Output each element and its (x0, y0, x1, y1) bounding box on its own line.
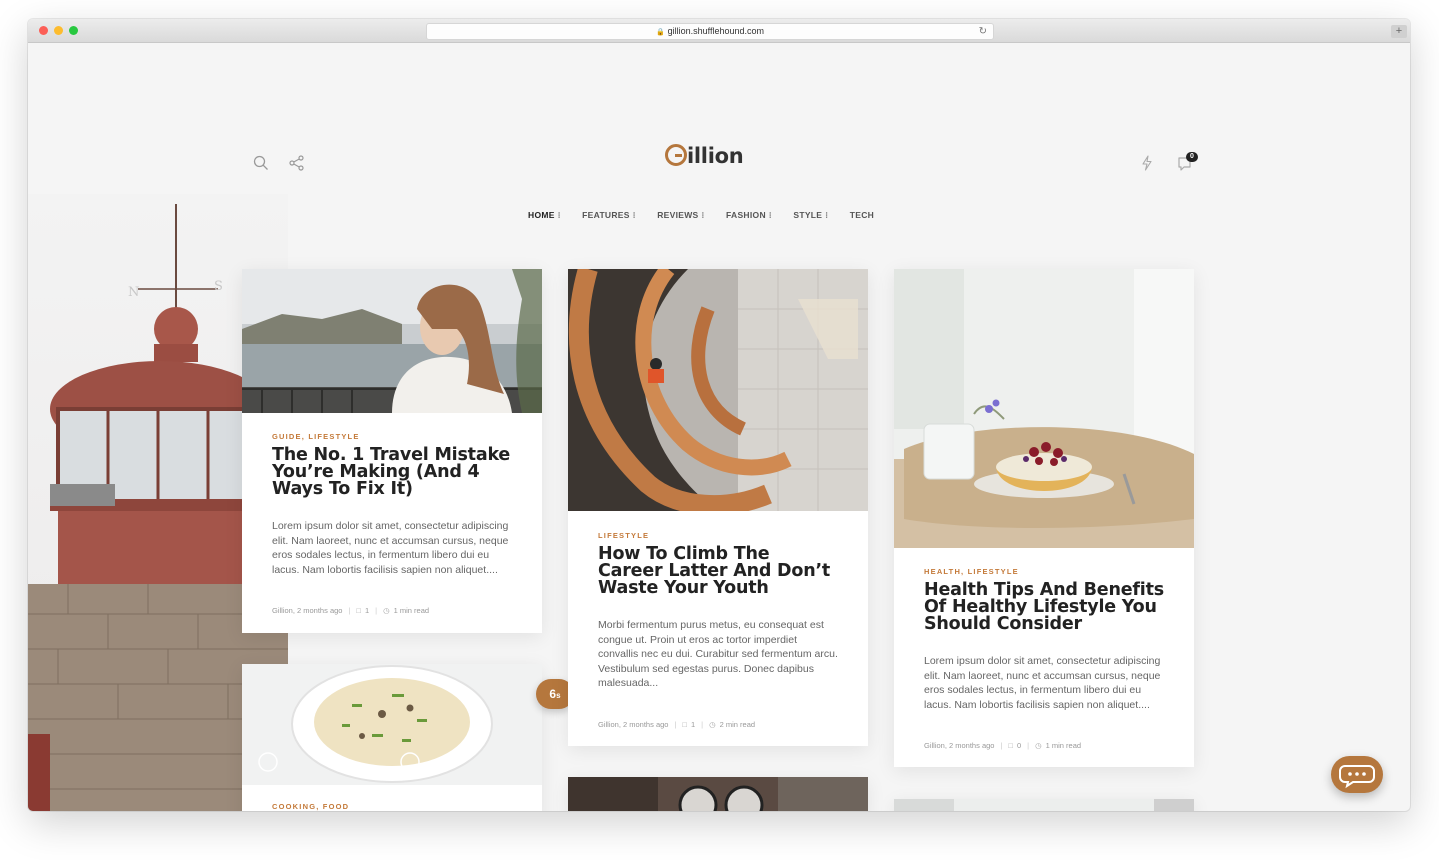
close-window-button[interactable] (39, 26, 48, 35)
post-meta: Gillion, 2 months ago | □ 1 | ◷ 2 min read (598, 720, 756, 729)
comment-icon: □ (356, 606, 361, 615)
address-bar[interactable]: 🔒 gillion.shufflehound.com ↻ (426, 23, 994, 40)
post-excerpt: Lorem ipsum dolor sit amet, consectetur … (272, 520, 509, 576)
post-title[interactable]: How To Climb The Career Latter And Don’t… (598, 545, 838, 597)
search-icon[interactable] (252, 154, 270, 172)
post-image-risotto[interactable] (242, 664, 542, 785)
nav-item-home[interactable]: HOME ⁝ (528, 210, 561, 221)
post-comment-count[interactable]: 1 (365, 606, 369, 615)
nav-item-style[interactable]: STYLE ⁝ (793, 210, 828, 221)
logo-text: illion (687, 144, 744, 168)
comment-icon: □ (682, 720, 687, 729)
post-read-time: 1 min read (393, 606, 430, 615)
lock-icon: 🔒 (655, 29, 665, 36)
post-category[interactable]: COOKING, FOOD (272, 802, 349, 811)
post-comment-count[interactable]: 0 (1017, 741, 1021, 750)
lightning-icon[interactable] (1138, 154, 1156, 172)
clock-icon: ◷ (709, 720, 716, 729)
nav-label: REVIEWS (657, 210, 699, 220)
logo-g-mark (665, 144, 687, 166)
post-card[interactable]: COOKING, FOOD (242, 664, 542, 811)
post-image-sunglasses-portrait[interactable] (568, 777, 868, 811)
menu-dots-icon: ⁝ (632, 210, 636, 220)
nav-label: HOME (528, 210, 555, 220)
post-excerpt: Lorem ipsum dolor sit amet, consectetur … (924, 655, 1161, 711)
post-meta: Gillion, 2 months ago | □ 1 | ◷ 1 min read (272, 606, 430, 615)
post-excerpt: Morbi fermentum purus metus, eu consequa… (598, 619, 838, 690)
post-title[interactable]: The No. 1 Travel Mistake You’re Making (… (272, 446, 512, 498)
clock-icon: ◷ (383, 606, 390, 615)
menu-dots-icon: ⁝ (557, 210, 561, 220)
svg-text:S: S (214, 279, 223, 294)
minimize-window-button[interactable] (54, 26, 63, 35)
nav-item-fashion[interactable]: FASHION ⁝ (726, 210, 772, 221)
nav-label: FASHION (726, 210, 766, 220)
post-image-woman-by-sea[interactable] (242, 269, 542, 413)
nav-label: TECH (849, 210, 875, 220)
svg-text:N: N (128, 285, 139, 300)
browser-window: 🔒 gillion.shufflehound.com ↻ + N S illio… (28, 19, 1410, 811)
post-category[interactable]: GUIDE, LIFESTYLE (272, 432, 360, 441)
nav-item-features[interactable]: FEATURES ⁝ (582, 210, 636, 221)
zoom-window-button[interactable] (69, 26, 78, 35)
chat-button[interactable] (1331, 756, 1383, 793)
post-image-healthy-breakfast[interactable] (894, 269, 1194, 548)
post-card[interactable]: GUIDE, LIFESTYLE The No. 1 Travel Mistak… (242, 269, 542, 633)
post-image-spiral-staircase[interactable] (568, 269, 868, 511)
post-category[interactable]: LIFESTYLE (598, 531, 649, 540)
browser-titlebar: 🔒 gillion.shufflehound.com ↻ + (28, 19, 1410, 43)
cart-count-badge: 0 (1186, 152, 1198, 162)
post-card[interactable]: HEALTH, LIFESTYLE Health Tips And Benefi… (894, 269, 1194, 767)
post-comment-count[interactable]: 1 (691, 720, 695, 729)
url-text: gillion.shufflehound.com (667, 26, 765, 36)
nav-item-reviews[interactable]: REVIEWS ⁝ (657, 210, 704, 221)
site-logo[interactable]: illion (665, 144, 765, 174)
post-card[interactable] (568, 777, 868, 811)
post-author-time: Gillion, 2 months ago (272, 606, 343, 615)
post-card[interactable] (894, 799, 1194, 811)
menu-dots-icon: ⁝ (701, 210, 705, 220)
post-read-time: 2 min read (719, 720, 756, 729)
main-navigation: HOME ⁝ FEATURES ⁝ REVIEWS ⁝ FASHION ⁝ STYLE ⁝… (528, 205, 891, 221)
post-meta: Gillion, 2 months ago | □ 0 | ◷ 1 min read (924, 741, 1082, 750)
menu-dots-icon: ⁝ (768, 210, 772, 220)
post-author-time: Gillion, 2 months ago (924, 741, 995, 750)
views-unit: s (556, 691, 561, 700)
comment-icon: □ (1008, 741, 1013, 750)
reload-icon[interactable]: ↻ (979, 24, 987, 39)
post-category[interactable]: HEALTH, LIFESTYLE (924, 567, 1019, 576)
post-read-time: 1 min read (1045, 741, 1082, 750)
chat-bubble-icon (1339, 765, 1375, 789)
nav-label: FEATURES (582, 210, 630, 220)
new-tab-button[interactable]: + (1391, 25, 1407, 38)
post-card[interactable]: LIFESTYLE How To Climb The Career Latter… (568, 269, 868, 746)
post-author-time: Gillion, 2 months ago (598, 720, 669, 729)
nav-item-tech[interactable]: TECH (850, 210, 874, 220)
post-title[interactable]: Health Tips And Benefits Of Healthy Life… (924, 581, 1164, 633)
nav-label: STYLE (793, 210, 823, 220)
post-image-partial[interactable] (894, 799, 1194, 811)
share-icon[interactable] (288, 154, 306, 172)
clock-icon: ◷ (1035, 741, 1042, 750)
menu-dots-icon: ⁝ (825, 210, 829, 220)
